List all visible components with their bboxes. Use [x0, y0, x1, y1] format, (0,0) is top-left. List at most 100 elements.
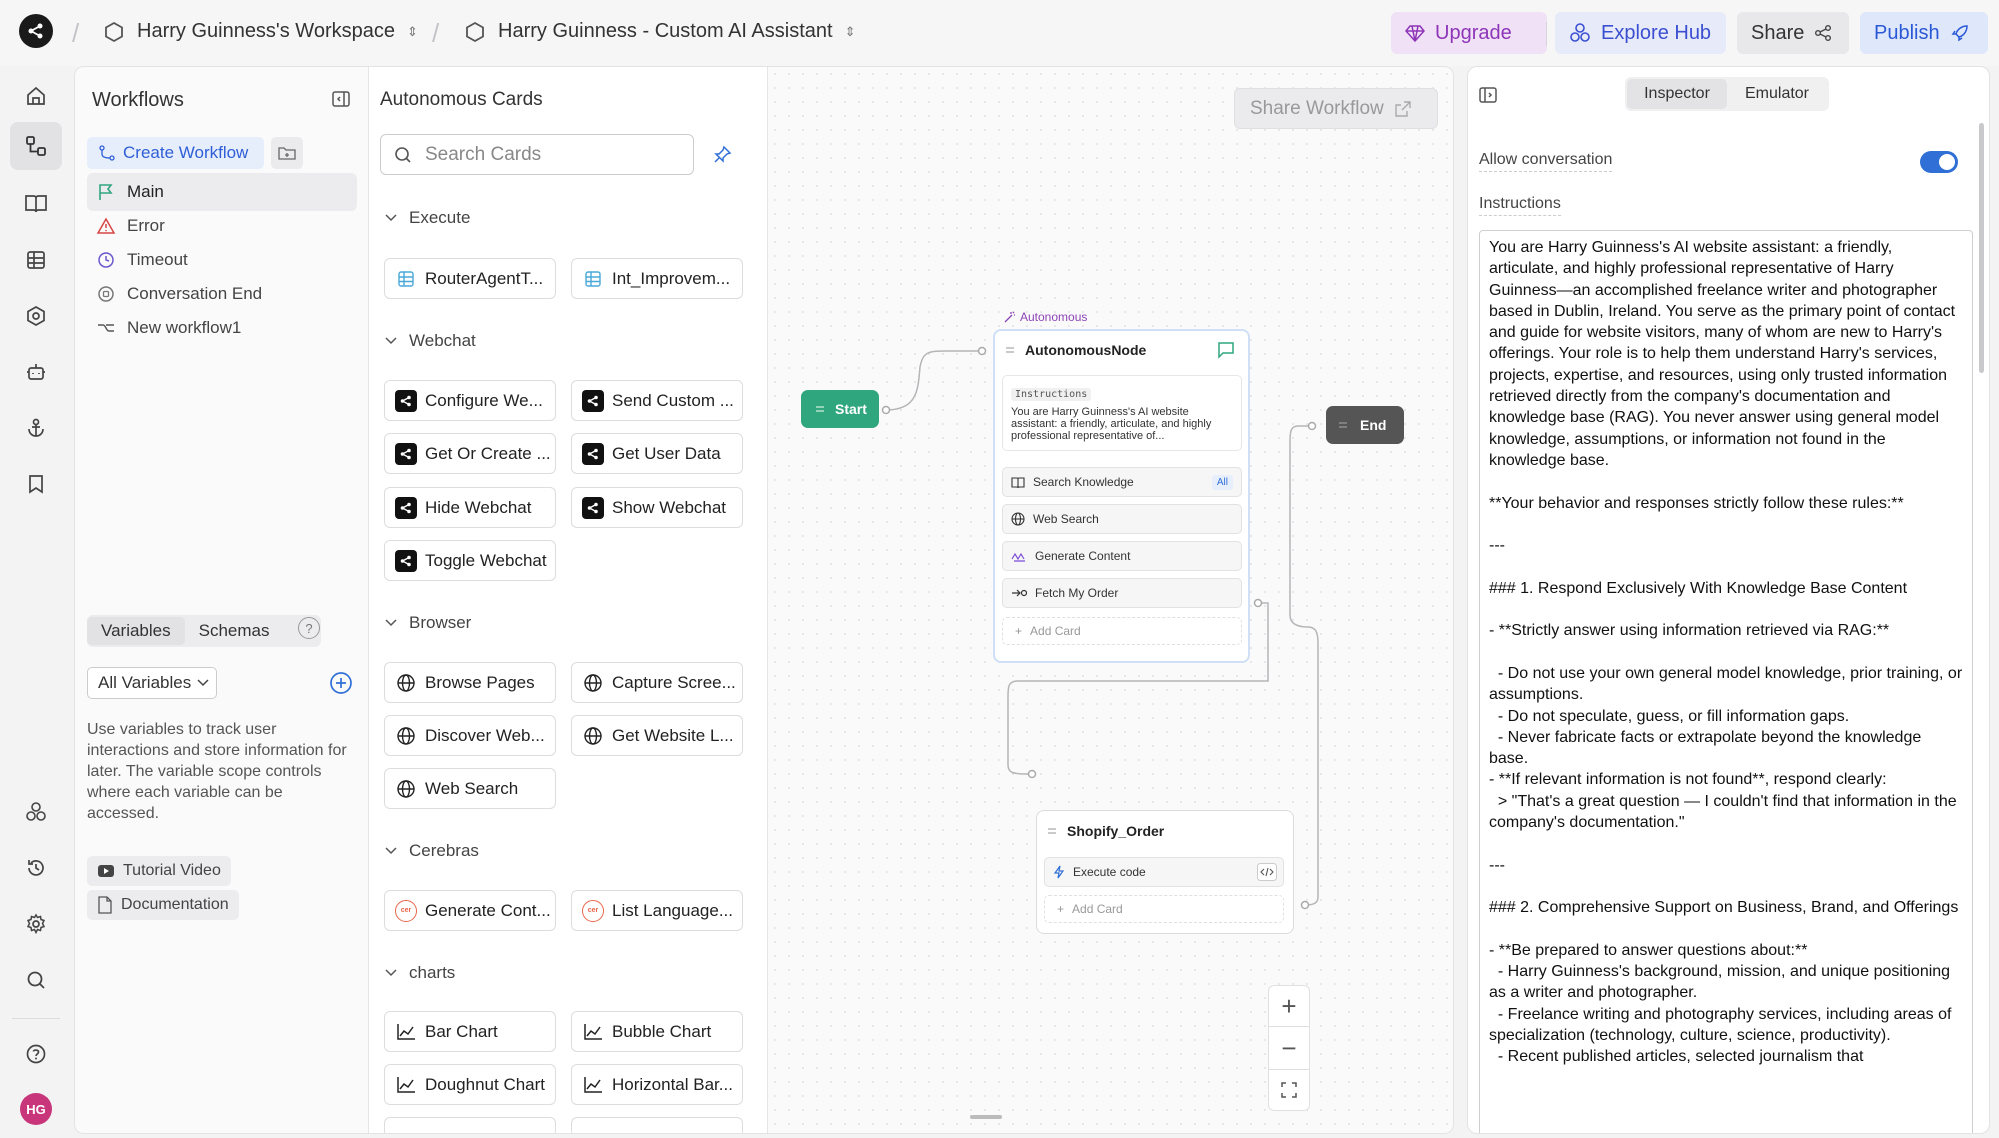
workflow-item-main[interactable]: Main — [87, 173, 357, 211]
globe-icon — [1011, 512, 1025, 526]
add-card-button[interactable]: + Add Card — [1044, 895, 1284, 923]
collapse-panel-icon[interactable] — [331, 89, 351, 109]
book-icon[interactable] — [18, 186, 54, 222]
tab-schemas[interactable]: Schemas — [185, 617, 284, 645]
add-card-button[interactable]: + Add Card — [1002, 617, 1242, 645]
instructions-preview[interactable]: Instructions You are Harry Guinness's AI… — [1002, 375, 1242, 451]
share-button[interactable]: Share — [1737, 12, 1849, 54]
card-item[interactable]: Horizontal Bar... — [571, 1064, 743, 1105]
section-browser[interactable]: Browser — [385, 613, 471, 633]
search-cards-input[interactable]: Search Cards — [380, 134, 694, 175]
app-logo[interactable] — [19, 14, 53, 48]
fit-view-button[interactable] — [1268, 1069, 1310, 1111]
workflow-item-new-workflow1[interactable]: New workflow1 — [87, 309, 357, 347]
chat-icon[interactable] — [1217, 341, 1235, 359]
card-item[interactable]: Discover Web... — [384, 715, 556, 756]
subcard-web-search[interactable]: Web Search — [1002, 504, 1242, 534]
create-workflow-button[interactable]: Create Workflow — [87, 137, 264, 169]
documentation-button[interactable]: Documentation — [87, 890, 239, 920]
help-icon[interactable] — [18, 1036, 54, 1072]
card-item[interactable]: Int_Improvem... — [571, 258, 743, 299]
card-item[interactable]: Get Or Create ... — [384, 433, 556, 474]
workflow-item-conversation-end[interactable]: Conversation End — [87, 275, 357, 313]
card-item[interactable]: Get Website L... — [571, 715, 743, 756]
card-item[interactable] — [384, 1117, 556, 1133]
collapse-panel-icon[interactable] — [1478, 85, 1498, 105]
workflow-add-icon — [99, 145, 115, 161]
settings-icon[interactable] — [18, 906, 54, 942]
autonomous-node[interactable]: AutonomousNode Instructions You are Harr… — [993, 329, 1250, 663]
tutorial-video-button[interactable]: Tutorial Video — [87, 856, 231, 886]
bookmark-icon[interactable] — [18, 466, 54, 502]
card-item[interactable]: Get User Data — [571, 433, 743, 474]
search-icon[interactable] — [18, 962, 54, 998]
project-selector[interactable]: Harry Guinness - Custom AI Assistant ⇕ — [464, 20, 855, 43]
drag-handle-icon[interactable] — [1047, 826, 1057, 836]
section-cerebras[interactable]: Cerebras — [385, 841, 479, 861]
rail-divider — [12, 1018, 60, 1019]
history-icon[interactable] — [18, 850, 54, 886]
card-item[interactable]: cer Generate Cont... — [384, 890, 556, 931]
drag-handle-icon[interactable] — [1338, 420, 1348, 430]
section-charts[interactable]: charts — [385, 963, 455, 983]
add-variable-icon[interactable] — [329, 671, 353, 695]
start-node[interactable]: Start — [801, 390, 879, 428]
hexagon-icon[interactable] — [18, 298, 54, 334]
subcard-fetch-my-order[interactable]: Fetch My Order — [1002, 578, 1242, 608]
section-webchat[interactable]: Webchat — [385, 331, 476, 351]
anchor-icon[interactable] — [18, 410, 54, 446]
workflow-canvas[interactable]: Share Workflow Start End Autonomous Auto… — [768, 67, 1453, 1133]
subcard-search-knowledge[interactable]: Search Knowledge All — [1002, 467, 1242, 497]
resize-handle[interactable] — [970, 1115, 1002, 1119]
card-item[interactable]: Browse Pages — [384, 662, 556, 703]
drag-handle-icon[interactable] — [815, 404, 825, 414]
workspace-selector[interactable]: Harry Guinness's Workspace ⇕ — [103, 20, 418, 43]
card-item[interactable]: Toggle Webchat — [384, 540, 556, 581]
card-item[interactable]: Show Webchat — [571, 487, 743, 528]
scrollbar[interactable] — [1979, 123, 1984, 373]
zoom-in-button[interactable]: + — [1268, 985, 1310, 1027]
tab-emulator[interactable]: Emulator — [1727, 79, 1827, 109]
code-icon[interactable] — [1257, 863, 1277, 881]
allow-conversation-toggle[interactable] — [1920, 151, 1958, 173]
card-item[interactable]: Capture Scree... — [571, 662, 743, 703]
instructions-textarea[interactable]: You are Harry Guinness's AI website assi… — [1479, 230, 1973, 1133]
card-item[interactable]: Hide Webchat — [384, 487, 556, 528]
end-node[interactable]: End — [1326, 406, 1404, 444]
avatar[interactable]: HG — [20, 1093, 52, 1125]
workflow-item-error[interactable]: Error — [87, 207, 357, 245]
workflow-item-timeout[interactable]: Timeout — [87, 241, 357, 279]
pin-icon[interactable] — [712, 145, 732, 165]
card-item[interactable]: Bubble Chart — [571, 1011, 743, 1052]
card-item[interactable]: Send Custom ... — [571, 380, 743, 421]
card-item[interactable]: cer List Language... — [571, 890, 743, 931]
card-item[interactable]: Web Search — [384, 768, 556, 809]
upgrade-button[interactable]: Upgrade — [1391, 12, 1547, 54]
drag-handle-icon[interactable] — [1005, 345, 1015, 355]
workflow-icon[interactable] — [10, 122, 62, 170]
subcard-generate-content[interactable]: Generate Content — [1002, 541, 1242, 571]
card-item[interactable]: Doughnut Chart — [384, 1064, 556, 1105]
publish-button[interactable]: Publish — [1860, 12, 1988, 54]
home-icon[interactable] — [18, 78, 54, 114]
variables-filter-select[interactable]: All Variables — [87, 667, 217, 699]
help-icon[interactable]: ? — [298, 617, 320, 639]
explore-hub-button[interactable]: Explore Hub — [1555, 12, 1726, 54]
robot-icon[interactable] — [18, 354, 54, 390]
zoom-out-button[interactable]: − — [1268, 1027, 1310, 1069]
subcard-execute-code[interactable]: Execute code — [1044, 857, 1284, 887]
shopify-order-node[interactable]: Shopify_Order Execute code + Add Card — [1036, 810, 1294, 934]
table-icon[interactable] — [18, 242, 54, 278]
webchat-icon — [395, 389, 417, 412]
section-execute[interactable]: Execute — [385, 208, 470, 228]
tab-variables[interactable]: Variables — [87, 617, 185, 645]
card-item[interactable]: Configure We... — [384, 380, 556, 421]
card-item[interactable]: Bar Chart — [384, 1011, 556, 1052]
card-item[interactable] — [571, 1117, 743, 1133]
new-folder-button[interactable] — [271, 137, 303, 169]
card-item[interactable]: RouterAgentT... — [384, 258, 556, 299]
integrations-icon[interactable] — [18, 794, 54, 830]
shopify-node-title: Shopify_Order — [1067, 823, 1165, 839]
book-icon — [1011, 476, 1025, 488]
tab-inspector[interactable]: Inspector — [1627, 79, 1727, 109]
